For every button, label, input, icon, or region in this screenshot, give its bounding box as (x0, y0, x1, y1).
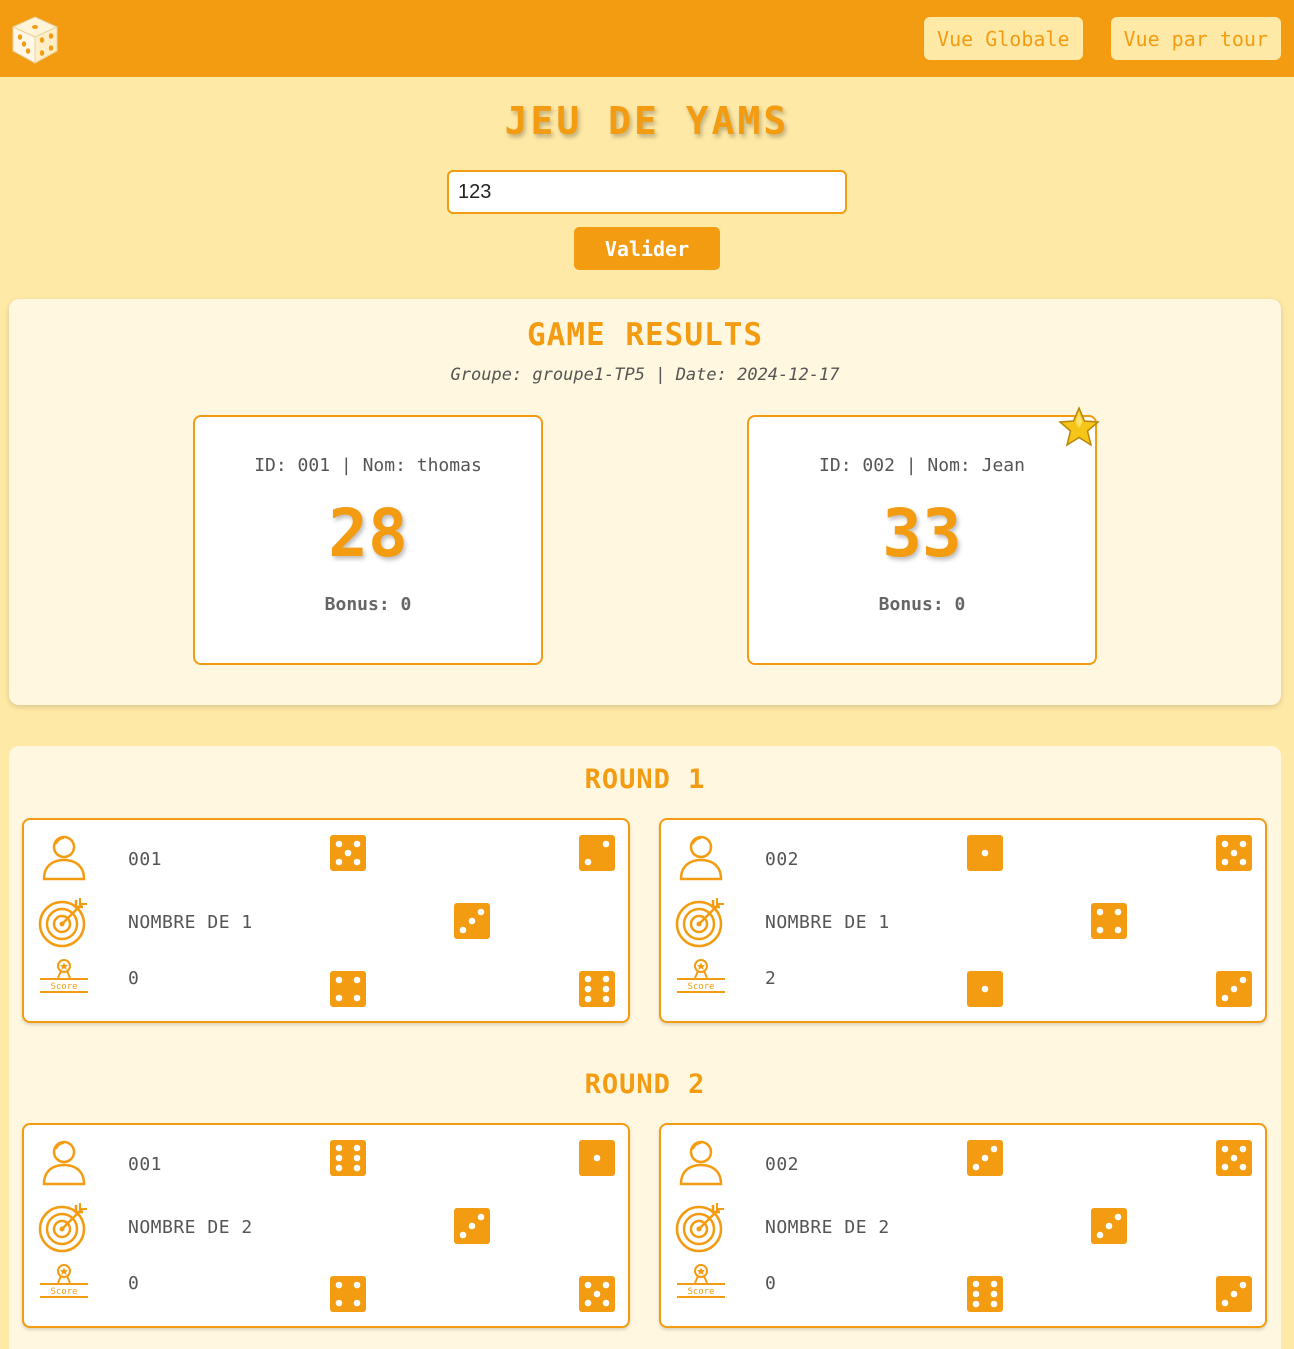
page-title: JEU DE YAMS (504, 99, 790, 143)
target-icon (675, 1203, 724, 1253)
svg-text:Score: Score (687, 982, 714, 992)
die-face-3-icon (1216, 1276, 1252, 1312)
turn-card: Score 002 NOMBRE DE 2 0 (659, 1123, 1267, 1328)
die-face-1-icon (967, 971, 1003, 1007)
round-view-button[interactable]: Vue par tour (1110, 17, 1281, 60)
player-total-score: 33 (882, 495, 962, 572)
score-badge-icon: Score (40, 959, 88, 993)
die-face-3-icon (454, 903, 490, 939)
turn-score: 2 (765, 968, 777, 989)
die-face-1-icon (579, 1140, 615, 1176)
turn-score: 0 (765, 1273, 777, 1294)
turn-card: Score 002 NOMBRE DE 1 2 (659, 818, 1267, 1023)
game-results-panel: GAME RESULTS Groupe: groupe1-TP5 | Date:… (9, 299, 1281, 705)
player-card: ID: 001 | Nom: thomas 28 Bonus: 0 (193, 415, 543, 665)
global-view-button[interactable]: Vue Globale (924, 17, 1083, 60)
dice-logo-icon[interactable] (9, 13, 61, 65)
die-face-6-icon (330, 1140, 366, 1176)
die-face-3-icon (454, 1208, 490, 1244)
turn-challenge: NOMBRE DE 2 (128, 1217, 253, 1238)
game-id-form: Valider (0, 170, 1294, 270)
die-face-3-icon (1091, 1208, 1127, 1244)
die-face-5-icon (1216, 1140, 1252, 1176)
user-icon (679, 1140, 723, 1186)
target-icon (38, 898, 87, 948)
player-label: ID: 002 | Nom: Jean (819, 455, 1025, 476)
round-title: ROUND 2 (584, 1069, 706, 1100)
results-meta: Groupe: groupe1-TP5 | Date: 2024-12-17 (450, 365, 840, 385)
view-nav: Vue Globale Vue par tour (924, 17, 1281, 60)
player-label: ID: 001 | Nom: thomas (254, 455, 482, 476)
die-face-6-icon (967, 1276, 1003, 1312)
player-bonus: Bonus: 0 (878, 594, 966, 615)
svg-text:Score: Score (50, 1287, 77, 1297)
score-badge-icon: Score (677, 1264, 725, 1298)
die-face-4-icon (330, 971, 366, 1007)
die-face-4-icon (1091, 903, 1127, 939)
die-face-5-icon (1216, 835, 1252, 871)
results-title: GAME RESULTS (527, 317, 763, 353)
turn-player-id: 002 (765, 849, 800, 870)
user-icon (679, 835, 723, 881)
die-face-1-icon (967, 835, 1003, 871)
rounds-panel: ROUND 1 Score 001 NOMBRE DE 10 Score 002 NOM… (9, 746, 1281, 1349)
submit-button[interactable]: Valider (574, 227, 720, 270)
round-title: ROUND 1 (584, 764, 706, 795)
user-icon (42, 1140, 86, 1186)
svg-text:Score: Score (687, 1287, 714, 1297)
turn-challenge: NOMBRE DE 1 (765, 912, 890, 933)
die-face-2-icon (579, 835, 615, 871)
user-icon (42, 835, 86, 881)
die-face-3-icon (967, 1140, 1003, 1176)
turn-player-id: 002 (765, 1154, 800, 1175)
target-icon (38, 1203, 87, 1253)
game-id-input[interactable] (447, 170, 847, 214)
score-badge-icon: Score (677, 959, 725, 993)
score-badge-icon: Score (40, 1264, 88, 1298)
die-face-5-icon (330, 835, 366, 871)
die-face-6-icon (579, 971, 615, 1007)
turn-player-id: 001 (128, 1154, 163, 1175)
turn-challenge: NOMBRE DE 2 (765, 1217, 890, 1238)
star-icon (1058, 406, 1100, 447)
turn-score: 0 (128, 1273, 140, 1294)
svg-text:Score: Score (50, 982, 77, 992)
turn-card: Score 001 NOMBRE DE 2 0 (22, 1123, 630, 1328)
turn-score: 0 (128, 968, 140, 989)
target-icon (675, 898, 724, 948)
player-bonus: Bonus: 0 (324, 594, 412, 615)
turn-card: Score 001 NOMBRE DE 1 0 (22, 818, 630, 1023)
top-navbar: Vue Globale Vue par tour (0, 0, 1294, 77)
player-total-score: 28 (328, 495, 408, 572)
turn-player-id: 001 (128, 849, 163, 870)
turn-challenge: NOMBRE DE 1 (128, 912, 253, 933)
die-face-4-icon (330, 1276, 366, 1312)
die-face-5-icon (579, 1276, 615, 1312)
player-card: ID: 002 | Nom: Jean 33 Bonus: 0 (747, 406, 1100, 665)
die-face-3-icon (1216, 971, 1252, 1007)
